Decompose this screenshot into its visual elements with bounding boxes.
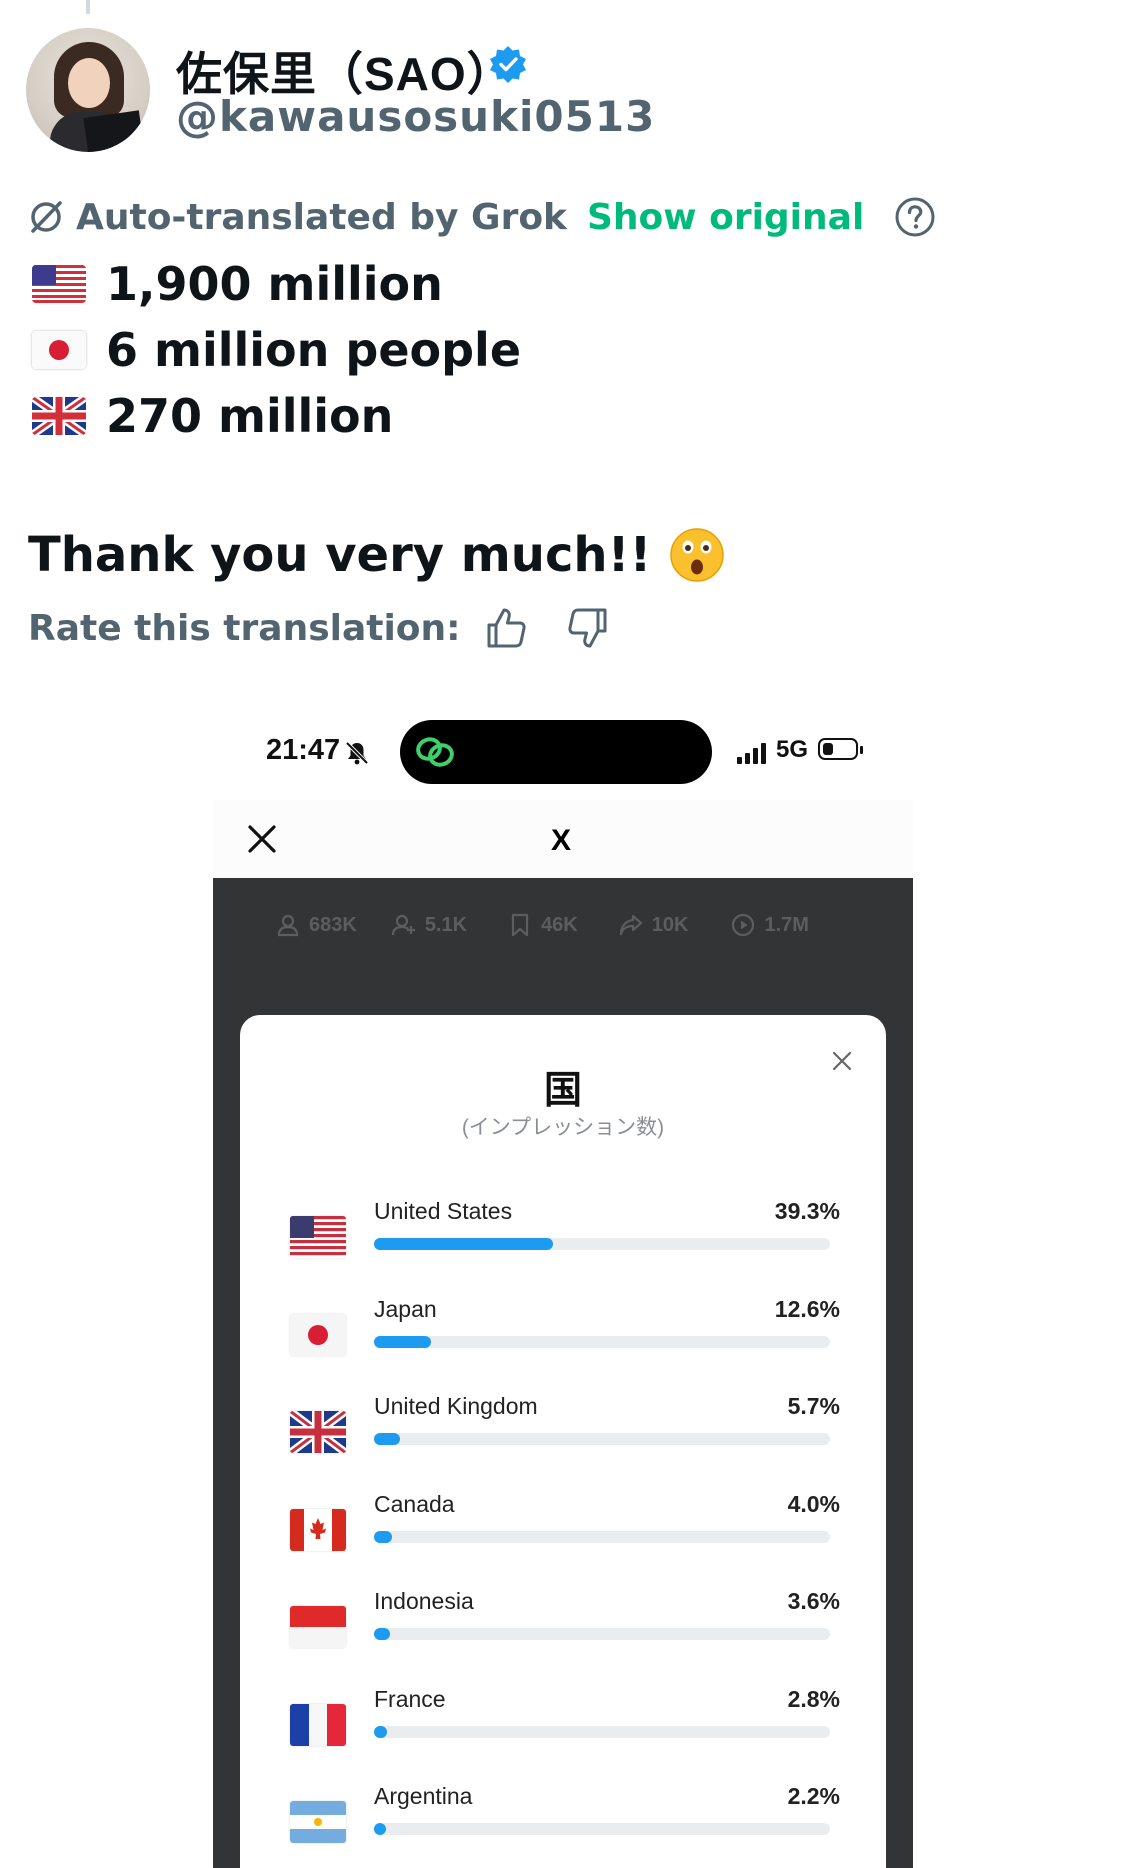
uk-flag-icon <box>290 1411 346 1453</box>
modal-title: 国 <box>543 1070 582 1112</box>
metric-value: 683K <box>309 913 357 936</box>
stat-line-jp: 6 million people <box>32 320 521 380</box>
country-percent: 5.7% <box>787 1393 840 1419</box>
us-flag-emoji <box>32 265 86 303</box>
rate-translation-label: Rate this translation: <box>28 607 461 649</box>
country-name: France <box>374 1685 446 1712</box>
country-name: United Kingdom <box>374 1393 538 1419</box>
country-name: Canada <box>374 1490 455 1517</box>
uk-flag-emoji <box>32 397 86 435</box>
thumbs-down-icon[interactable] <box>565 605 611 651</box>
percent-bar-fill <box>374 1238 554 1250</box>
ar-flag-icon <box>290 1801 346 1843</box>
country-row: United Kingdom 5.7% <box>290 1393 840 1473</box>
percent-bar-fill <box>374 1725 387 1738</box>
metric-value: 1.7M <box>764 913 809 936</box>
bell-muted-icon <box>345 741 369 765</box>
percent-bar-track <box>374 1530 830 1543</box>
bookmark-icon <box>511 913 529 937</box>
x-logo: X <box>551 824 572 857</box>
percent-bar-track <box>374 1823 830 1835</box>
app-header: X <box>213 800 913 878</box>
percent-bar-fill <box>374 1335 432 1348</box>
battery-icon <box>818 738 858 760</box>
metric-follows: 5.1K <box>391 912 467 938</box>
rate-translation-row: Rate this translation: <box>28 600 611 656</box>
country-row: Japan 12.6% <box>290 1296 840 1376</box>
country-name: Argentina <box>374 1783 473 1809</box>
country-percent: 12.6% <box>774 1295 840 1322</box>
add-person-icon <box>391 914 415 936</box>
percent-bar-track <box>374 1238 830 1250</box>
country-row: Canada 4.0% <box>290 1491 840 1571</box>
metric-bookmarks: 46K <box>507 912 578 938</box>
grok-translate-icon <box>31 201 62 233</box>
jp-flag-emoji <box>32 331 86 369</box>
user-handle[interactable]: @kawausosuki0513 <box>176 92 655 141</box>
percent-bar-track <box>374 1628 830 1640</box>
status-time: 21:47 <box>266 734 341 766</box>
metric-shares: 10K <box>618 912 689 938</box>
thanks-line: Thank you very much!! <box>28 520 727 590</box>
metric-value: 46K <box>541 913 578 936</box>
country-row: Indonesia 3.6% <box>290 1588 840 1668</box>
country-row: France 2.8% <box>290 1686 840 1766</box>
country-impressions-modal: 国 (インプレッション数) United States 39.3% Japan 12.… <box>240 1015 886 1868</box>
jp-flag-icon <box>290 1313 346 1356</box>
metric-views: 1.7M <box>730 912 809 938</box>
country-row: Argentina 2.2% <box>290 1783 840 1863</box>
stat-text: 1,900 million <box>106 257 443 311</box>
country-percent: 2.8% <box>787 1685 840 1712</box>
auto-translated-label: Auto-translated by Grok <box>76 196 567 238</box>
metric-impressions-profile: 683K <box>275 912 357 938</box>
stat-line-us: 1,900 million <box>32 254 443 314</box>
percent-bar-track <box>374 1433 830 1445</box>
cellular-signal-icon <box>737 743 766 764</box>
us-flag-icon <box>290 1216 346 1258</box>
phone-status-bar: 21:47 5G <box>214 716 914 788</box>
link-chain-icon <box>416 737 454 767</box>
fr-flag-icon <box>290 1703 346 1746</box>
percent-bar-fill <box>374 1433 400 1445</box>
post-metrics-row: 683K 5.1K 46K 10K 1.7M <box>213 912 913 938</box>
person-icon <box>277 914 299 937</box>
metric-value: 5.1K <box>424 913 468 936</box>
country-row: United States 39.3% <box>290 1198 840 1278</box>
percent-bar-track <box>374 1725 830 1738</box>
verified-badge-icon <box>490 46 526 83</box>
play-icon <box>732 913 755 937</box>
country-name: United States <box>374 1198 513 1224</box>
percent-bar-fill <box>374 1530 393 1543</box>
dynamic-island[interactable] <box>400 720 712 784</box>
country-name: Indonesia <box>374 1588 474 1614</box>
country-percent: 39.3% <box>774 1198 840 1224</box>
translation-bar: Auto-translated by Grok Show original <box>26 192 936 242</box>
help-icon[interactable] <box>894 196 936 238</box>
country-percent: 2.2% <box>787 1783 840 1809</box>
thanks-text: Thank you very much!! <box>28 527 652 583</box>
battery-tip <box>860 746 863 754</box>
stat-text: 270 million <box>106 389 394 443</box>
show-original-link[interactable]: Show original <box>587 197 864 238</box>
stat-line-uk: 270 million <box>32 386 393 446</box>
metric-value: 10K <box>651 913 689 936</box>
close-icon[interactable] <box>245 822 279 856</box>
network-type: 5G <box>776 736 809 763</box>
country-percent: 4.0% <box>787 1490 840 1517</box>
share-icon <box>619 914 642 936</box>
astonished-face-emoji-icon <box>670 528 725 582</box>
thread-connector-line <box>86 0 90 14</box>
avatar[interactable] <box>26 28 150 152</box>
percent-bar-fill <box>374 1628 391 1640</box>
thumbs-up-icon[interactable] <box>483 605 529 651</box>
id-flag-icon <box>290 1606 346 1648</box>
country-name: Japan <box>374 1295 437 1322</box>
percent-bar-track <box>374 1335 830 1348</box>
modal-subtitle: (インプレッション数) <box>461 1116 665 1139</box>
stat-text: 6 million people <box>106 323 522 377</box>
ca-flag-icon <box>290 1508 346 1551</box>
country-percent: 3.6% <box>787 1588 840 1614</box>
percent-bar-fill <box>374 1823 386 1835</box>
